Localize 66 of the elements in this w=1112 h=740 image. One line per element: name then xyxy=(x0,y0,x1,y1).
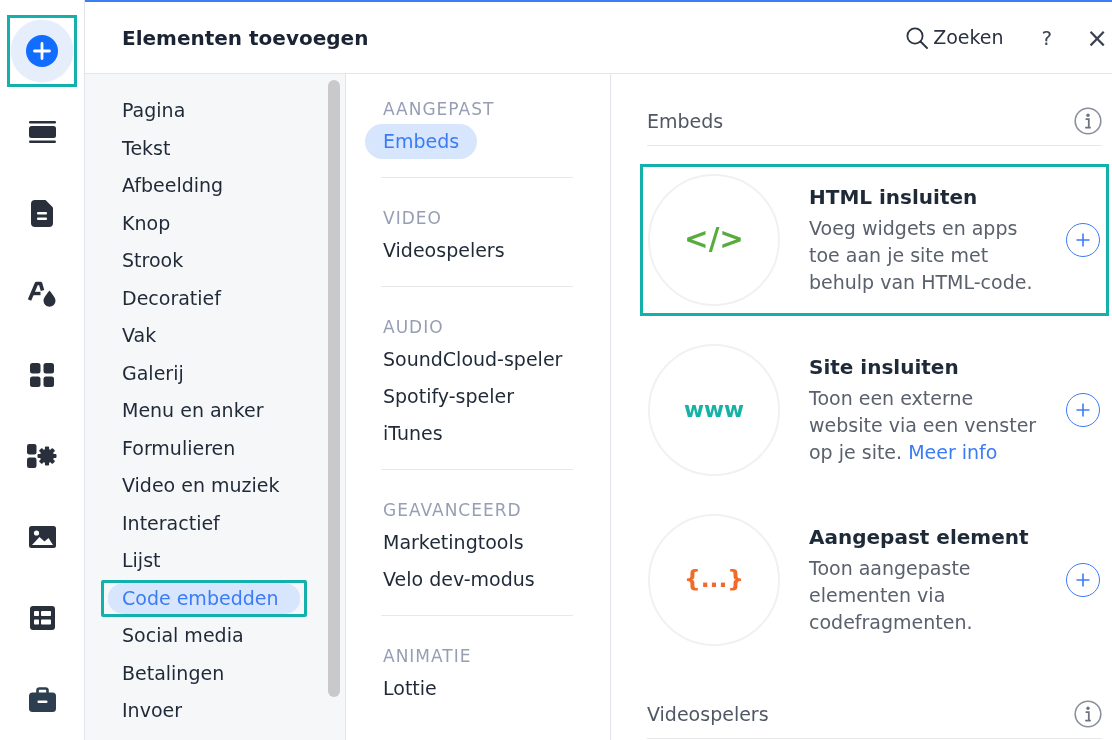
section-heading: ANIMATIE xyxy=(383,645,473,667)
image-icon xyxy=(28,526,56,548)
section-title: Embeds xyxy=(647,108,724,134)
logo-symbol: www xyxy=(684,399,744,421)
card-title: Aangepast element xyxy=(809,524,1030,551)
category-item[interactable]: Vak xyxy=(101,317,307,355)
subcategory-item[interactable]: Lottie xyxy=(365,670,455,706)
subcategory-item[interactable]: Spotify-speler xyxy=(365,378,533,414)
card-description: Toon aangepaste elementen via codefragmenten. xyxy=(809,556,974,635)
category-item[interactable]: Menu en anker xyxy=(101,392,307,430)
category-item[interactable]: Pagina xyxy=(101,92,307,130)
subcategory-item[interactable]: Velo dev-modus xyxy=(365,561,553,597)
card-title: Site insluiten xyxy=(809,354,960,381)
element-card[interactable]: </> HTML insluiten Voeg widgets en apps toe aan je site met behulp van HTML-code. xyxy=(640,164,1109,316)
subcategory-item[interactable]: Marketingtools xyxy=(365,524,542,560)
blocks-gear-icon xyxy=(27,444,57,468)
add-button[interactable] xyxy=(1066,393,1100,427)
section-heading: GEAVANCEERD xyxy=(383,499,523,521)
plus-icon xyxy=(1076,233,1090,247)
table-icon xyxy=(29,606,55,630)
info-icon xyxy=(1074,700,1102,728)
plus-icon xyxy=(1076,573,1090,587)
card-description: Toon een externe website via een venster op je site. Meer info xyxy=(809,386,1038,465)
category-item[interactable]: Knop xyxy=(101,204,307,242)
more-info-link[interactable]: Meer info xyxy=(908,441,998,463)
add-button[interactable] xyxy=(1066,223,1100,257)
subcategory-item[interactable]: Videospelers xyxy=(365,232,523,268)
help-button[interactable]: ? xyxy=(1035,22,1059,53)
search-button[interactable]: Zoeken xyxy=(906,23,1004,52)
category-item[interactable]: Galerij xyxy=(101,354,307,392)
card-description: Voeg widgets en apps toe aan je site met behulp van HTML-code. xyxy=(809,216,1034,295)
briefcase-icon xyxy=(28,686,56,712)
section-title: Videospelers xyxy=(647,701,769,727)
plus-icon xyxy=(1076,403,1090,417)
category-item[interactable]: Afbeelding xyxy=(101,167,307,205)
element-card[interactable]: www Site insluiten Toon een externe website via een venster op je site. Meer info xyxy=(640,334,1109,486)
logo-symbol: {...} xyxy=(684,568,744,592)
add-button[interactable] xyxy=(1066,563,1100,597)
category-item[interactable]: Strook xyxy=(101,242,307,280)
element-card[interactable]: {...} Aangepast element Toon aangepaste elementen via codefragmenten. xyxy=(640,504,1109,656)
close-button[interactable]: × xyxy=(1084,24,1110,51)
font-drop-icon xyxy=(27,281,57,307)
info-icon xyxy=(1074,107,1102,135)
category-item[interactable]: Formulieren xyxy=(101,429,307,467)
category-item[interactable]: Invoer xyxy=(101,692,307,730)
grid-icon xyxy=(30,363,54,387)
search-icon xyxy=(906,26,929,49)
strip-icon xyxy=(28,121,56,143)
document-icon xyxy=(31,199,53,227)
category-item[interactable]: Lijst xyxy=(101,542,307,580)
category-item[interactable]: Video en muziek xyxy=(101,467,307,505)
category-item[interactable]: Social media xyxy=(101,617,307,655)
card-title: HTML insluiten xyxy=(809,184,979,211)
panel-title: Elementen toevoegen xyxy=(122,24,369,52)
logo-symbol: </> xyxy=(684,225,744,255)
category-item[interactable]: Decoratief xyxy=(101,279,307,317)
category-item[interactable]: Tekst xyxy=(101,129,307,167)
section-heading: AANGEPAST xyxy=(383,98,496,120)
category-item[interactable]: Interactief xyxy=(101,504,307,542)
subcategory-item[interactable]: iTunes xyxy=(365,415,461,451)
section-heading: VIDEO xyxy=(383,207,443,229)
category-item[interactable]: Betalingen xyxy=(101,654,307,692)
add-icon xyxy=(26,35,58,67)
section-heading: AUDIO xyxy=(383,316,445,338)
scrollbar[interactable] xyxy=(328,80,340,697)
subcategory-item[interactable]: SoundCloud-speler xyxy=(365,341,581,377)
